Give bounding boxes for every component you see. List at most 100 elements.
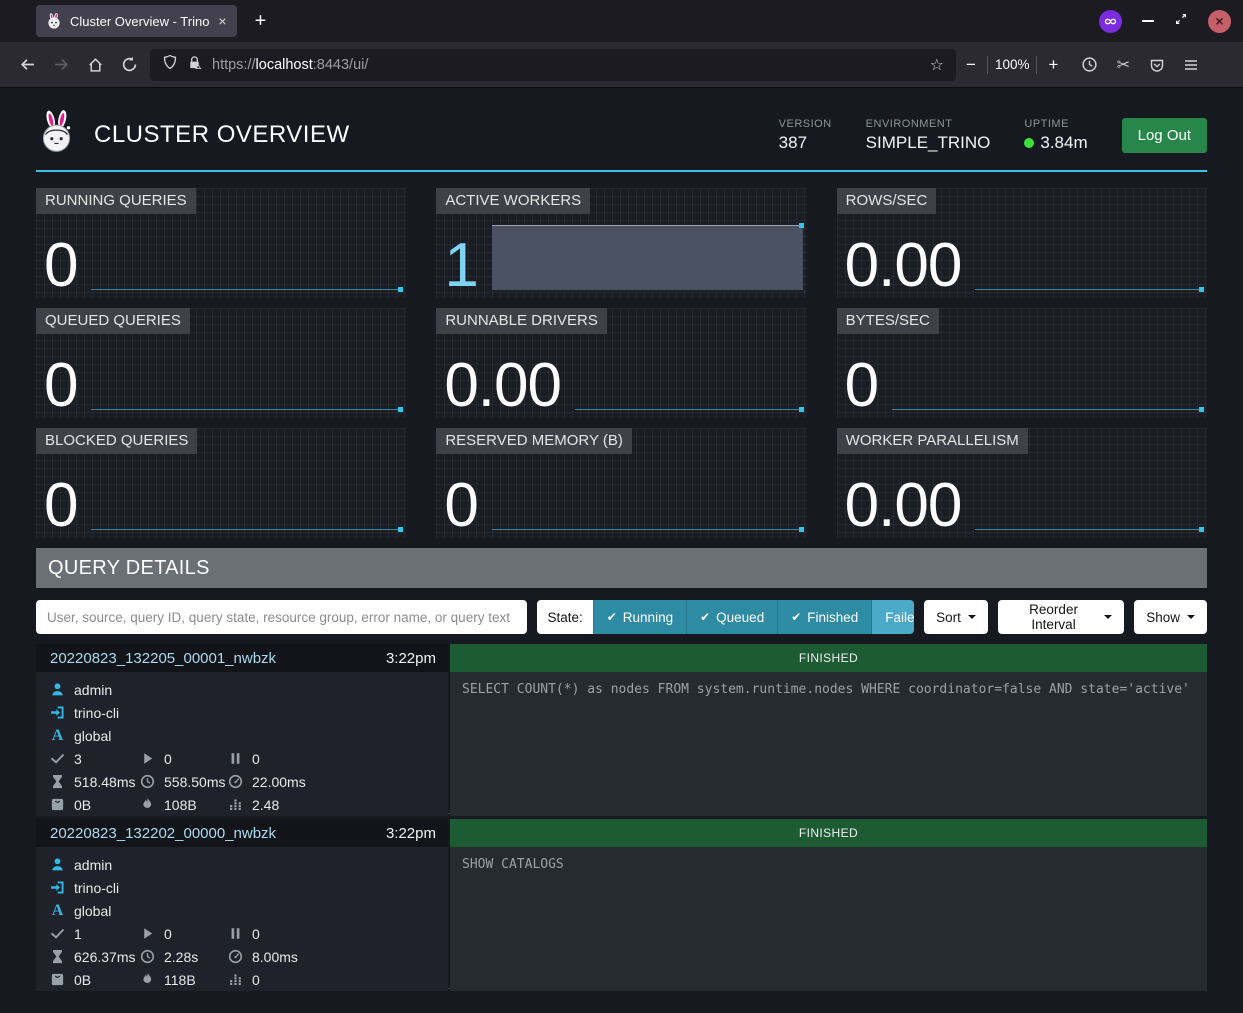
home-icon[interactable] <box>78 48 112 82</box>
url-text: https://localhost:8443/ui/ <box>212 57 368 73</box>
browser-tab[interactable]: Cluster Overview - Trino × <box>36 5 237 37</box>
parallelism-bars-icon <box>228 972 243 987</box>
window-restore-button[interactable] <box>1174 12 1188 31</box>
pocket-icon[interactable] <box>1140 48 1174 82</box>
version-value: 387 <box>779 133 832 153</box>
show-dropdown[interactable]: Show <box>1134 600 1207 634</box>
query-row: 20220823_132202_00000_nwbzk 3:22pm FINIS… <box>36 819 1207 989</box>
stat-tile-rows-sec: ROWS/SEC 0.00 <box>837 188 1207 298</box>
stat-tile-label: BYTES/SEC <box>837 308 939 334</box>
logout-button[interactable]: Log Out <box>1122 118 1207 153</box>
sign-in-icon <box>50 705 65 720</box>
uptime-value: 3.84m <box>1040 133 1087 153</box>
query-stats-panel: admin trino-cli Aglobal 3 0 0 518.48ms 5… <box>36 672 448 816</box>
hourglass-icon <box>50 949 65 964</box>
chevron-down-icon <box>1104 615 1112 623</box>
flame-icon <box>140 972 155 987</box>
queued-splits: 0 <box>252 926 260 942</box>
hourglass-icon <box>50 774 65 789</box>
shield-icon[interactable] <box>162 54 178 75</box>
sparkline <box>575 308 804 418</box>
stat-tile-value: 0.00 <box>444 357 561 418</box>
window-minimize-button[interactable] <box>1142 20 1154 22</box>
state-filter-group: State: ✔Running ✔Queued ✔Finished Failed <box>537 600 914 634</box>
reorder-interval-dropdown[interactable]: Reorder Interval <box>998 600 1124 634</box>
cumulative-memory: 118B <box>164 972 196 988</box>
reload-icon[interactable] <box>112 48 146 82</box>
pause-icon <box>228 926 243 941</box>
stat-tile-label: RUNNABLE DRIVERS <box>436 308 607 334</box>
completed-splits: 3 <box>74 751 82 767</box>
stat-tile-value: 0 <box>444 477 477 538</box>
window-controls: × <box>1099 10 1231 33</box>
trino-logo <box>36 110 78 161</box>
zoom-level[interactable]: 100% <box>995 57 1030 72</box>
flame-icon <box>140 797 155 812</box>
stat-tile-value: 0 <box>44 477 77 538</box>
chevron-down-icon <box>968 615 976 623</box>
query-stats-panel: admin trino-cli Aglobal 1 0 0 626.37ms 2… <box>36 847 448 991</box>
query-id-link[interactable]: 20220823_132205_00001_nwbzk <box>50 650 276 667</box>
elapsed-time: 558.50ms <box>164 774 225 790</box>
header-cluster-info: VERSION 387 ENVIRONMENT SIMPLE_TRINO UPT… <box>779 118 1207 153</box>
stat-tile-label: ROWS/SEC <box>837 188 937 214</box>
sparkline <box>892 308 1204 418</box>
page-header: CLUSTER OVERVIEW VERSION 387 ENVIRONMENT… <box>36 100 1207 172</box>
stat-tile-queued-queries: QUEUED QUERIES 0 <box>36 308 406 418</box>
query-time: 3:22pm <box>386 650 436 667</box>
zoom-in-button[interactable]: + <box>1044 55 1062 75</box>
query-id-link[interactable]: 20220823_132202_00000_nwbzk <box>50 825 276 842</box>
query-search-input[interactable] <box>36 600 527 634</box>
state-filter-finished[interactable]: ✔Finished <box>777 600 871 634</box>
page-title: CLUSTER OVERVIEW <box>94 121 350 149</box>
stat-tile-value: 0 <box>845 357 878 418</box>
sort-dropdown[interactable]: Sort <box>924 600 988 634</box>
new-tab-button[interactable]: + <box>255 10 267 33</box>
query-source: trino-cli <box>74 880 119 896</box>
check-icon: ✔ <box>791 610 801 624</box>
query-user: admin <box>74 682 112 698</box>
query-source: trino-cli <box>74 705 119 721</box>
cpu-time: 8.00ms <box>252 949 298 965</box>
stat-tile-active-workers: ACTIVE WORKERS 1 <box>436 188 806 298</box>
url-bar[interactable]: https://localhost:8443/ui/ ☆ <box>150 49 956 81</box>
stat-tile-value: 0 <box>44 237 77 298</box>
check-icon <box>50 751 65 766</box>
browser-navbar: https://localhost:8443/ui/ ☆ − 100% + ✂ <box>0 42 1243 88</box>
running-splits: 0 <box>164 926 172 942</box>
window-close-button[interactable]: × <box>1208 10 1231 33</box>
stat-tile-worker-parallelism: WORKER PARALLELISM 0.00 <box>837 428 1207 538</box>
parallelism: 2.48 <box>252 797 279 813</box>
history-clock-icon[interactable] <box>1072 48 1106 82</box>
play-icon <box>140 751 155 766</box>
stat-tile-runnable-drivers: RUNNABLE DRIVERS 0.00 <box>436 308 806 418</box>
environment-info: ENVIRONMENT SIMPLE_TRINO <box>866 118 991 153</box>
stat-tile-value: 0.00 <box>845 477 962 538</box>
state-filter-queued[interactable]: ✔Queued <box>686 600 777 634</box>
query-text: SELECT COUNT(*) as nodes FROM system.run… <box>450 672 1207 816</box>
current-memory: 0B <box>74 972 91 988</box>
environment-label: ENVIRONMENT <box>866 118 991 130</box>
stat-tile-value: 0.00 <box>845 237 962 298</box>
resource-group-font-icon: A <box>50 903 65 918</box>
version-info: VERSION 387 <box>779 118 832 153</box>
uptime-label: UPTIME <box>1024 118 1087 130</box>
state-filter-running[interactable]: ✔Running <box>593 600 686 634</box>
resource-group-font-icon: A <box>50 728 65 743</box>
query-details-header: QUERY DETAILS <box>36 548 1207 588</box>
zoom-out-button[interactable]: − <box>962 55 980 75</box>
queued-splits: 0 <box>252 751 260 767</box>
chevron-down-icon <box>1187 615 1195 623</box>
gauge-icon <box>228 949 243 964</box>
tab-close-icon[interactable]: × <box>218 13 226 29</box>
state-filter-failed-dropdown[interactable]: Failed <box>871 600 914 634</box>
menu-hamburger-icon[interactable] <box>1174 48 1208 82</box>
state-filter-label: State: <box>537 600 592 634</box>
lock-warning-icon[interactable] <box>187 55 202 75</box>
screenshot-scissors-icon[interactable]: ✂ <box>1106 48 1140 82</box>
forward-icon[interactable] <box>44 48 78 82</box>
back-icon[interactable] <box>10 48 44 82</box>
bookmark-star-icon[interactable]: ☆ <box>930 55 944 74</box>
stat-tile-bytes-sec: BYTES/SEC 0 <box>837 308 1207 418</box>
stat-tile-value: 1 <box>444 237 477 298</box>
